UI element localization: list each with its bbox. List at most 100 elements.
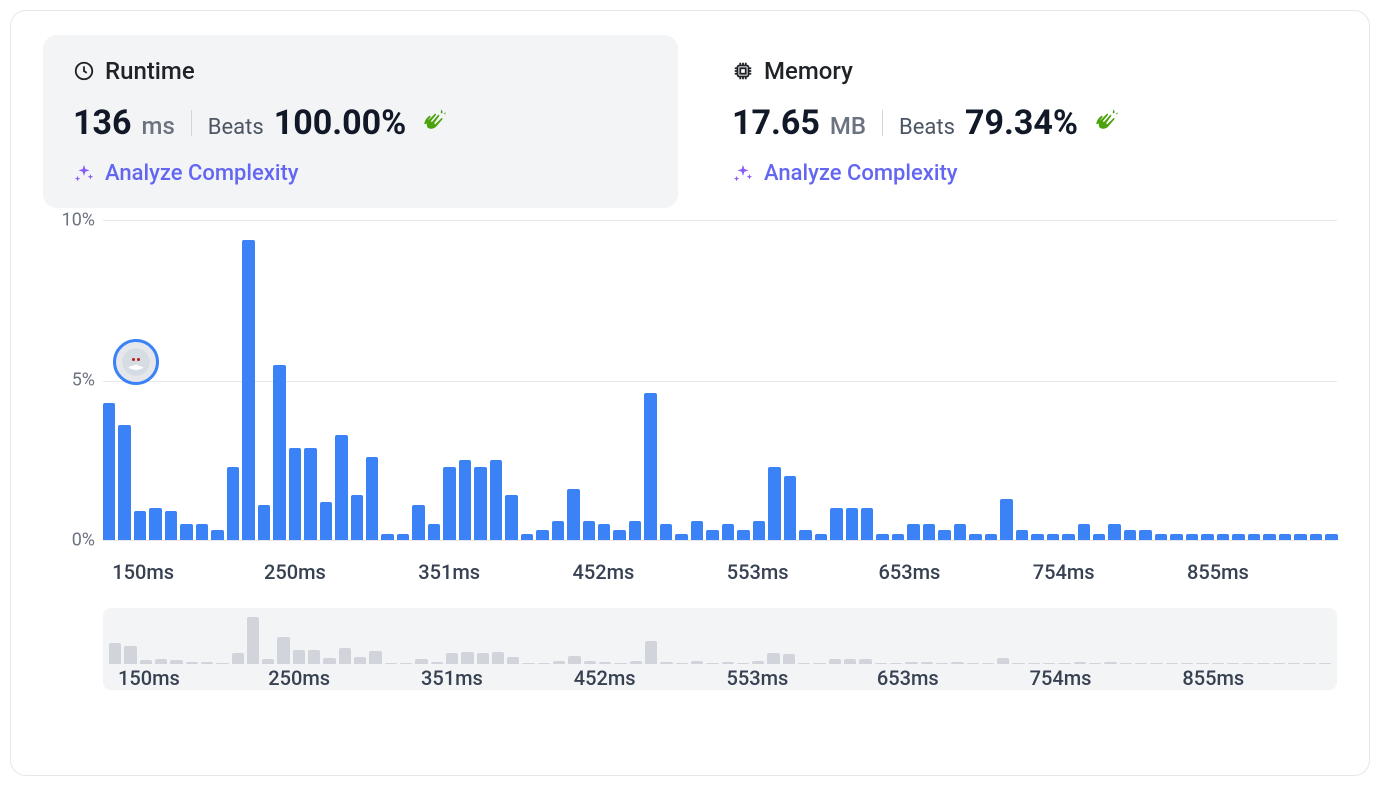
histogram-bar[interactable] [428,524,440,540]
histogram-bar[interactable] [1031,534,1043,540]
histogram-bar[interactable] [134,511,146,540]
histogram-bar[interactable] [737,530,749,540]
histogram-bar[interactable] [242,240,254,540]
mini-x-tick: 754ms [1030,666,1092,690]
histogram-bar[interactable] [768,467,780,540]
histogram-bar[interactable] [675,534,687,540]
histogram-bar[interactable] [954,524,966,540]
histogram-bar[interactable] [1000,499,1012,540]
mini-histogram-bar [691,661,703,664]
histogram-bar[interactable] [907,524,919,540]
clap-icon [1092,107,1118,139]
histogram-bar[interactable] [567,489,579,540]
histogram-bar[interactable] [1248,534,1260,540]
histogram-bar[interactable] [289,448,301,541]
histogram-bar[interactable] [969,534,981,540]
histogram-bar[interactable] [1124,530,1136,540]
histogram-bar[interactable] [351,495,363,540]
overview-minimap[interactable]: 150ms250ms351ms452ms553ms653ms754ms855ms [103,608,1337,690]
histogram-bar[interactable] [938,530,950,540]
mini-histogram-bar [1028,663,1040,664]
runtime-histogram: 10% 5% 0% 150ms250ms351ms452ms553ms653ms… [43,220,1337,690]
histogram-bar[interactable] [784,476,796,540]
histogram-bar[interactable] [861,508,873,540]
histogram-bar[interactable] [118,425,130,540]
histogram-bar[interactable] [149,508,161,540]
histogram-bar[interactable] [459,460,471,540]
histogram-bar[interactable] [381,534,393,540]
histogram-bar[interactable] [1016,530,1028,540]
histogram-bar[interactable] [1139,530,1151,540]
histogram-bar[interactable] [103,403,115,540]
histogram-bar[interactable] [598,524,610,540]
histogram-bar[interactable] [629,521,641,540]
histogram-bar[interactable] [722,524,734,540]
histogram-bar[interactable] [753,521,765,540]
histogram-bar[interactable] [1186,534,1198,540]
histogram-bar[interactable] [985,534,997,540]
histogram-bar[interactable] [1232,534,1244,540]
mini-histogram-bar [1074,662,1086,665]
plot-area[interactable] [103,220,1337,540]
histogram-bar[interactable] [799,530,811,540]
histogram-bar[interactable] [1294,534,1306,540]
histogram-bar[interactable] [1062,534,1074,540]
memory-beats-label: Beats [899,115,955,140]
histogram-bar[interactable] [335,435,347,540]
histogram-bar[interactable] [691,521,703,540]
mini-histogram-bar [400,663,412,664]
histogram-bar[interactable] [412,505,424,540]
histogram-bar[interactable] [1170,534,1182,540]
histogram-bar[interactable] [211,530,223,540]
memory-analyze-button[interactable]: Analyze Complexity [732,161,1307,186]
histogram-bar[interactable] [1310,534,1322,540]
mini-histogram-bar [1135,663,1147,665]
user-avatar-marker[interactable] [113,339,159,385]
runtime-analyze-button[interactable]: Analyze Complexity [73,161,648,186]
histogram-bar[interactable] [815,534,827,540]
histogram-bar[interactable] [552,521,564,540]
histogram-bar[interactable] [1279,534,1291,540]
histogram-bar[interactable] [443,467,455,540]
histogram-bar[interactable] [583,521,595,540]
histogram-bar[interactable] [1078,524,1090,540]
histogram-bar[interactable] [180,524,192,540]
histogram-bar[interactable] [846,508,858,540]
histogram-bar[interactable] [273,365,285,540]
memory-panel[interactable]: Memory 17.65 MB Beats 79.34% Analyze Com… [702,35,1337,208]
histogram-bar[interactable] [876,534,888,540]
histogram-bar[interactable] [165,511,177,540]
mini-histogram-bar [614,663,626,665]
mini-histogram-bar [385,663,397,664]
histogram-bar[interactable] [660,524,672,540]
histogram-bar[interactable] [644,393,656,540]
histogram-bar[interactable] [1108,524,1120,540]
histogram-bar[interactable] [474,467,486,540]
histogram-bar[interactable] [1263,534,1275,540]
runtime-value: 136 [73,103,132,143]
histogram-bar[interactable] [397,534,409,540]
histogram-bar[interactable] [505,495,517,540]
histogram-bar[interactable] [366,457,378,540]
gridline [103,540,1337,541]
histogram-bar[interactable] [258,505,270,540]
histogram-bar[interactable] [521,534,533,540]
histogram-bar[interactable] [536,530,548,540]
histogram-bar[interactable] [227,467,239,540]
histogram-bar[interactable] [1093,534,1105,540]
histogram-bar[interactable] [1047,534,1059,540]
histogram-bar[interactable] [706,530,718,540]
histogram-bar[interactable] [196,524,208,540]
histogram-bar[interactable] [304,448,316,541]
histogram-bar[interactable] [320,502,332,540]
histogram-bar[interactable] [923,524,935,540]
histogram-bar[interactable] [490,460,502,540]
histogram-bar[interactable] [613,530,625,540]
histogram-bar[interactable] [892,534,904,540]
histogram-bar[interactable] [1217,534,1229,540]
histogram-bar[interactable] [1201,534,1213,540]
histogram-bar[interactable] [1155,534,1167,540]
histogram-bar[interactable] [1325,534,1337,540]
runtime-panel[interactable]: Runtime 136 ms Beats 100.00% Analyze Com… [43,35,678,208]
histogram-bar[interactable] [830,508,842,540]
